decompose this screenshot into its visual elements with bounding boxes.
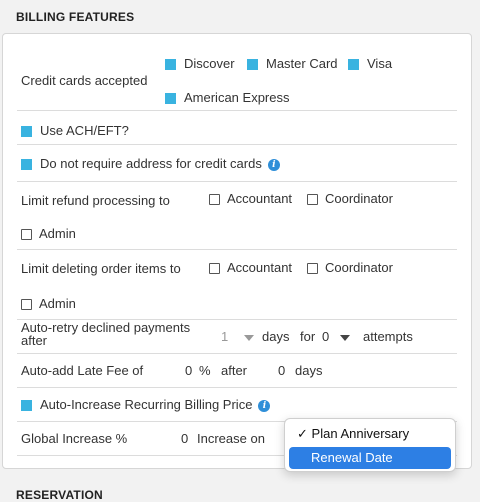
mastercard-label: Master Card (266, 56, 338, 71)
credit-cards-label: Credit cards accepted (21, 73, 148, 88)
checkbox-checked-icon (21, 159, 32, 171)
checkbox-unchecked-icon (21, 229, 32, 241)
ach-row: Use ACH/EFT? (17, 110, 457, 145)
delete-accountant-label: Accountant (227, 260, 293, 275)
auto-retry-row: Auto-retry declined payments after 1 day… (17, 319, 457, 354)
amex-label: American Express (184, 90, 290, 105)
visa-label: Visa (367, 56, 393, 71)
dropdown-option-renewal-date[interactable]: Renewal Date (289, 447, 451, 469)
auto-increase-checkbox[interactable]: Auto-Increase Recurring Billing Price i (21, 397, 271, 412)
credit-cards-row: Credit cards accepted Discover Master Ca… (17, 34, 457, 111)
refund-admin-checkbox[interactable]: Admin (21, 226, 76, 241)
checkmark-icon: ✓ (297, 426, 308, 441)
checkbox-unchecked-icon (209, 194, 220, 206)
refund-limit-row: Limit refund processing to Accountant Co… (17, 181, 457, 250)
dropdown-option-label: Plan Anniversary (311, 426, 410, 441)
increase-on-label: Increase on (197, 431, 265, 446)
checkbox-checked-icon (165, 59, 176, 71)
late-fee-row: Auto-add Late Fee of 0 % after 0 days (17, 353, 457, 388)
billing-features-title: BILLING FEATURES (16, 10, 135, 24)
retry-attempts-value: 0 (322, 329, 330, 344)
ach-label: Use ACH/EFT? (40, 123, 129, 138)
delete-items-limit-row: Limit deleting order items to Accountant… (17, 249, 457, 320)
retry-days-select[interactable]: 1 (221, 329, 254, 344)
billing-features-panel: Credit cards accepted Discover Master Ca… (2, 33, 472, 469)
late-fee-label: Auto-add Late Fee of (21, 363, 144, 378)
info-icon[interactable]: i (267, 158, 280, 171)
discover-checkbox[interactable]: Discover (165, 56, 235, 71)
ach-checkbox[interactable]: Use ACH/EFT? (21, 123, 129, 138)
auto-increase-label: Auto-Increase Recurring Billing Price (40, 397, 253, 412)
late-fee-days-input[interactable]: 0 (278, 363, 285, 378)
dropdown-option-label: Renewal Date (311, 450, 393, 465)
mastercard-checkbox[interactable]: Master Card (247, 56, 338, 71)
no-address-row: Do not require address for credit cards i (17, 144, 457, 182)
delete-items-label: Limit deleting order items to (21, 261, 181, 276)
visa-checkbox[interactable]: Visa (348, 56, 392, 71)
late-fee-days-unit: days (295, 363, 323, 378)
global-increase-label: Global Increase % (21, 431, 128, 446)
delete-admin-checkbox[interactable]: Admin (21, 296, 76, 311)
discover-label: Discover (184, 56, 235, 71)
retry-days-value: 1 (221, 329, 229, 344)
checkbox-unchecked-icon (209, 263, 220, 275)
delete-accountant-checkbox[interactable]: Accountant (209, 260, 292, 275)
late-fee-after-label: after (221, 363, 248, 378)
delete-admin-label: Admin (39, 296, 76, 311)
delete-coordinator-checkbox[interactable]: Coordinator (307, 260, 393, 275)
checkbox-checked-icon (165, 93, 176, 105)
refund-accountant-checkbox[interactable]: Accountant (209, 191, 292, 206)
late-fee-unit: % (199, 363, 211, 378)
global-increase-input[interactable]: 0 (181, 431, 188, 446)
checkbox-checked-icon (21, 126, 32, 138)
dropdown-option-plan-anniversary[interactable]: ✓ Plan Anniversary (289, 423, 451, 445)
retry-attempts-select[interactable]: 0 (322, 329, 350, 344)
checkbox-unchecked-icon (21, 299, 32, 311)
chevron-down-icon (339, 334, 350, 341)
late-fee-input[interactable]: 0 (185, 363, 192, 378)
info-icon[interactable]: i (258, 399, 271, 412)
retry-days-unit: days (262, 329, 290, 344)
refund-admin-label: Admin (39, 226, 76, 241)
checkbox-unchecked-icon (307, 263, 318, 275)
delete-coordinator-label: Coordinator (325, 260, 393, 275)
checkbox-unchecked-icon (307, 194, 318, 206)
auto-retry-label: Auto-retry declined payments after (21, 320, 191, 348)
chevron-down-icon (243, 334, 254, 341)
retry-for-label: for (300, 329, 316, 344)
retry-attempts-unit: attempts (363, 329, 413, 344)
refund-coordinator-checkbox[interactable]: Coordinator (307, 191, 393, 206)
refund-accountant-label: Accountant (227, 191, 293, 206)
checkbox-checked-icon (247, 59, 258, 71)
refund-limit-label: Limit refund processing to (21, 193, 170, 208)
increase-on-dropdown[interactable]: ✓ Plan Anniversary Renewal Date (284, 418, 456, 472)
checkbox-checked-icon (21, 400, 32, 412)
no-address-label: Do not require address for credit cards (40, 156, 262, 171)
refund-coordinator-label: Coordinator (325, 191, 393, 206)
no-address-checkbox[interactable]: Do not require address for credit cards i (21, 156, 280, 171)
auto-increase-row: Auto-Increase Recurring Billing Price i (17, 387, 457, 422)
amex-checkbox[interactable]: American Express (165, 90, 289, 105)
checkbox-checked-icon (348, 59, 359, 71)
